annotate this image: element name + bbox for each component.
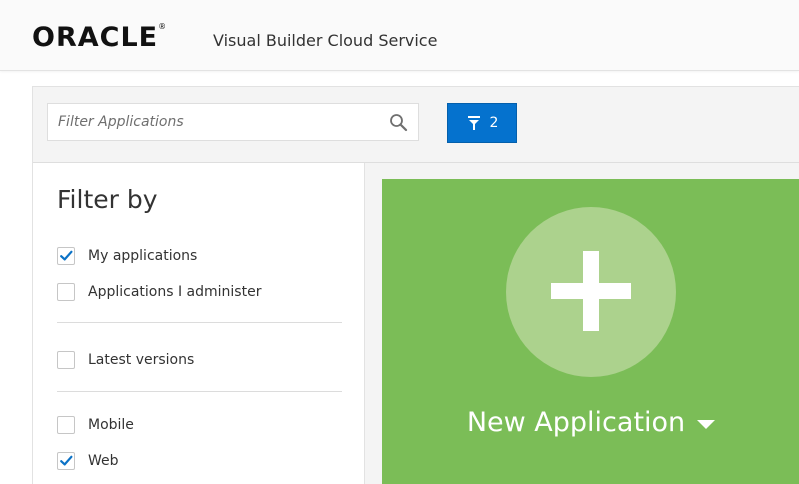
search-input[interactable] (48, 104, 378, 140)
filter-option-mobile[interactable]: Mobile (57, 415, 134, 435)
my-applications-label: My applications (88, 248, 198, 264)
filter-title: Filter by (57, 185, 158, 214)
plus-icon (506, 207, 676, 377)
new-application-card[interactable]: New Application (382, 179, 799, 484)
filter-option-applications-i-administer[interactable]: Applications I administer (57, 282, 261, 302)
latest-versions-label: Latest versions (88, 352, 195, 368)
search-icon[interactable] (388, 112, 410, 134)
filter-option-my-applications[interactable]: My applications (57, 246, 197, 266)
filter-divider (57, 391, 342, 392)
new-application-button[interactable]: New Application (382, 409, 799, 436)
web-checkbox[interactable] (57, 452, 75, 470)
my-applications-checkbox[interactable] (57, 247, 75, 265)
mobile-label: Mobile (88, 417, 134, 433)
product-name: Visual Builder Cloud Service (213, 31, 438, 50)
applications-i-administer-checkbox[interactable] (57, 283, 75, 301)
latest-versions-checkbox[interactable] (57, 351, 75, 369)
filter-toggle-button[interactable]: 2 (447, 103, 517, 143)
filter-panel: Filter by My applications Applications I… (33, 163, 365, 484)
filter-option-latest-versions[interactable]: Latest versions (57, 350, 194, 370)
filter-icon (466, 115, 482, 131)
filter-count: 2 (489, 115, 499, 131)
filter-option-web[interactable]: Web (57, 451, 119, 471)
mobile-checkbox[interactable] (57, 416, 75, 434)
plus-horizontal-bar (551, 283, 631, 299)
main-content: 2 Filter by My applications Applications… (32, 86, 799, 484)
filter-divider (57, 322, 342, 323)
logo-text: ORACLE (32, 22, 159, 53)
oracle-logo: ORACLE® (32, 22, 167, 53)
search-box (47, 103, 419, 141)
app-header: ORACLE® Visual Builder Cloud Service (0, 0, 799, 71)
chevron-down-icon (697, 420, 716, 429)
web-label: Web (88, 453, 119, 469)
applications-i-administer-label: Applications I administer (88, 284, 262, 300)
new-application-label: New Application (466, 407, 686, 438)
registered-mark: ® (158, 22, 167, 31)
